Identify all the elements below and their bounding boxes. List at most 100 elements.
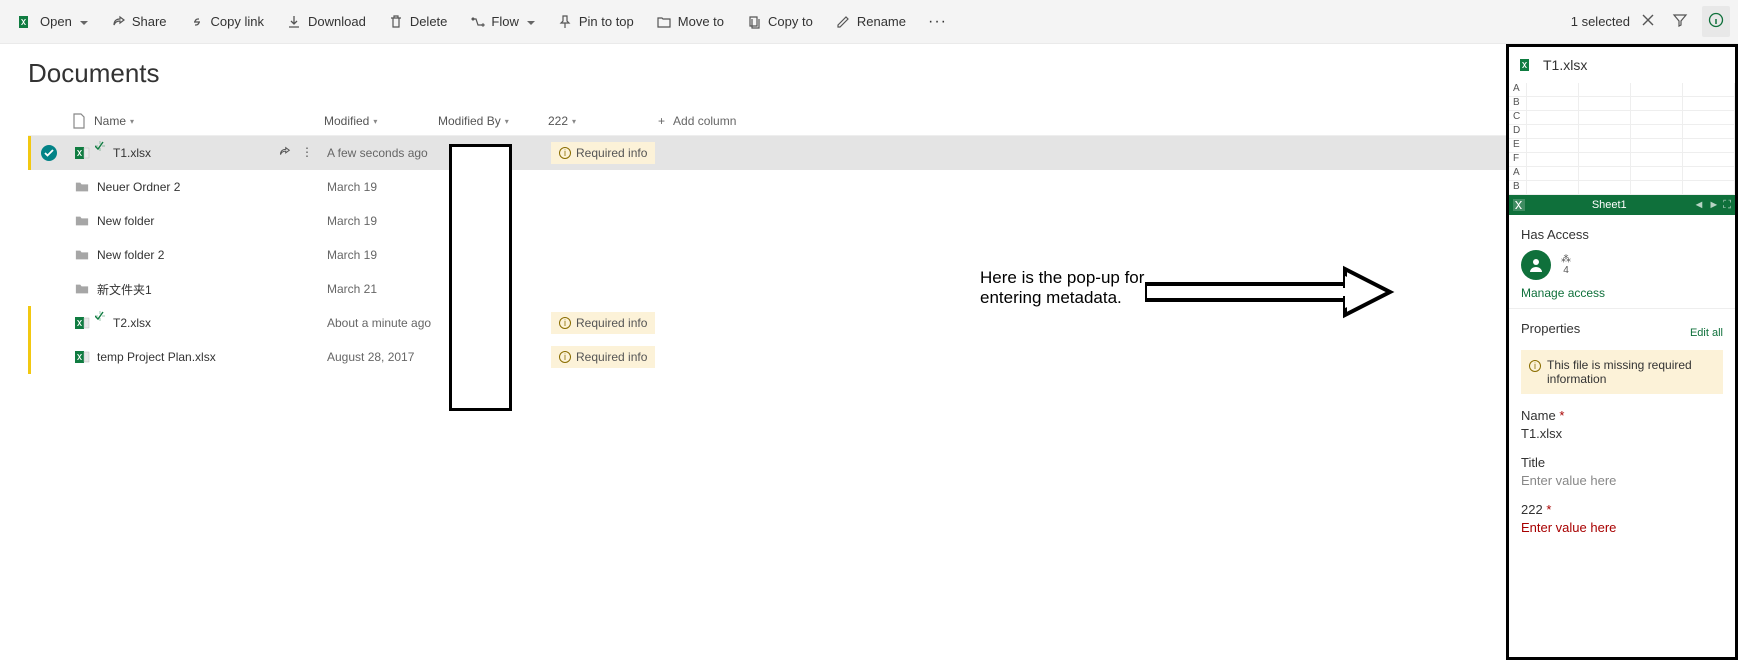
column-222-cell[interactable]: iRequired info (551, 312, 661, 334)
has-access-section: Has Access ⁂ 4 Manage access (1509, 215, 1735, 308)
item-name-cell[interactable]: temp Project Plan.xlsx (97, 350, 327, 364)
add-column-label: Add column (673, 114, 736, 128)
item-name-cell[interactable]: New folder 2 (97, 248, 327, 262)
copy-icon (746, 14, 762, 30)
list-item[interactable]: Neuer Ordner 2March 19 (28, 170, 1506, 204)
preview-row-label: D (1509, 125, 1527, 138)
column-header-modified-by[interactable]: Modified By▾ (438, 114, 548, 128)
flow-button[interactable]: Flow (459, 8, 544, 36)
info-pane-button[interactable] (1702, 6, 1730, 37)
delete-button[interactable]: Delete (378, 8, 458, 36)
sheet-nav: ◄ ► ⛶ (1690, 199, 1735, 212)
move-icon (656, 14, 672, 30)
properties-heading: Properties (1521, 321, 1580, 336)
folder-icon (67, 282, 97, 296)
copy-to-label: Copy to (768, 14, 813, 29)
column-header-222[interactable]: 222▾ (548, 114, 658, 128)
required-info-pill[interactable]: iRequired info (551, 312, 655, 334)
sheet-prev-icon[interactable]: ◄ (1694, 199, 1705, 212)
pin-button[interactable]: Pin to top (547, 8, 644, 36)
annotation-text: Here is the pop-up for entering metadata… (980, 268, 1144, 309)
required-info-label: Required info (576, 316, 647, 330)
item-name-text: temp Project Plan.xlsx (97, 350, 216, 364)
share-label: Share (132, 14, 167, 29)
required-info-label: Required info (576, 350, 647, 364)
edit-all-link[interactable]: Edit all (1690, 327, 1723, 339)
required-info-pill[interactable]: iRequired info (551, 142, 655, 164)
sheet-next-icon[interactable]: ► (1708, 199, 1719, 212)
list-item[interactable]: New folderMarch 19 (28, 204, 1506, 238)
list-item[interactable]: T1.xlsx⋮A few seconds agoiRequired info (28, 136, 1506, 170)
rename-button[interactable]: Rename (825, 8, 916, 36)
item-name-cell[interactable]: New folder (97, 214, 327, 228)
info-icon: i (559, 351, 571, 363)
preview-row-label: F (1509, 153, 1527, 166)
open-button[interactable]: Open (8, 8, 98, 36)
more-users-count[interactable]: ⁂ 4 (1561, 254, 1571, 276)
property-title-label: Title (1521, 455, 1723, 470)
group-icon: ⁂ (1561, 254, 1571, 265)
add-column-button[interactable]: + Add column (658, 114, 736, 128)
copy-to-button[interactable]: Copy to (736, 8, 823, 36)
property-name-field[interactable]: Name * T1.xlsx (1521, 408, 1723, 441)
column-header-modified[interactable]: Modified ▾ (324, 114, 438, 128)
details-panel: T1.xlsx ABCDEFAB Sheet1 ◄ ► ⛶ Has Access… (1506, 44, 1738, 660)
property-222-placeholder: Enter value here (1521, 520, 1723, 535)
item-name-text: T1.xlsx (113, 146, 151, 160)
item-name-cell[interactable]: T2.xlsx (97, 316, 327, 330)
property-name-label: Name (1521, 408, 1556, 423)
modified-cell: About a minute ago (327, 316, 441, 330)
share-button[interactable]: Share (100, 8, 177, 36)
manage-access-link[interactable]: Manage access (1521, 286, 1723, 300)
row-select-checkbox[interactable] (31, 145, 67, 161)
chevron-down-icon: ▾ (373, 117, 377, 126)
sheet-expand-icon[interactable]: ⛶ (1723, 199, 1731, 212)
missing-info-text: This file is missing required informatio… (1547, 358, 1715, 386)
list-item[interactable]: temp Project Plan.xlsxAugust 28, 2017iRe… (28, 340, 1506, 374)
property-title-field[interactable]: Title Enter value here (1521, 455, 1723, 488)
copy-link-button[interactable]: Copy link (179, 8, 274, 36)
item-name-cell[interactable]: 新文件夹1 (97, 281, 327, 298)
required-info-pill[interactable]: i Required info (551, 346, 655, 368)
page-title: Documents (28, 58, 1506, 89)
preview-row: C (1509, 111, 1735, 125)
flow-icon (469, 14, 485, 30)
column-header-modified-label: Modified (324, 114, 369, 128)
modified-cell: March 21 (327, 282, 441, 296)
rename-icon (835, 14, 851, 30)
annotation-redaction-box (449, 144, 512, 411)
command-bar-left: Open Share Copy link Download Delete Flo… (8, 7, 1571, 37)
more-users-number: 4 (1561, 265, 1571, 276)
preview-row-label: B (1509, 97, 1527, 110)
item-name-cell[interactable]: Neuer Ordner 2 (97, 180, 327, 194)
clear-selection-button[interactable] (1638, 10, 1658, 33)
flow-label: Flow (491, 14, 518, 29)
preview-row: D (1509, 125, 1735, 139)
download-button[interactable]: Download (276, 8, 376, 36)
chevron-down-icon: ▾ (572, 117, 576, 126)
command-bar: Open Share Copy link Download Delete Flo… (0, 0, 1738, 44)
move-to-button[interactable]: Move to (646, 8, 734, 36)
required-star-icon: * (1559, 408, 1564, 423)
owner-avatar[interactable] (1521, 250, 1551, 280)
more-actions-button[interactable]: ··· (918, 7, 957, 37)
column-222-cell[interactable]: iRequired info (551, 142, 661, 164)
more-icon[interactable]: ⋮ (301, 145, 313, 162)
pin-icon (557, 14, 573, 30)
required-star-icon: * (1546, 502, 1551, 517)
column-header-name[interactable]: Name▾ (94, 114, 324, 128)
sheet-tab-name[interactable]: Sheet1 (1529, 199, 1690, 211)
excel-file-icon (1519, 57, 1535, 73)
property-222-field[interactable]: 222 * Enter value here (1521, 502, 1723, 535)
file-preview-thumbnail[interactable]: ABCDEFAB (1509, 83, 1735, 195)
document-library: Documents Name▾ Modified ▾ Modified By▾ 2… (0, 44, 1506, 660)
plus-icon: + (658, 114, 665, 128)
filter-button[interactable] (1666, 6, 1694, 37)
excel-app-icon (18, 14, 34, 30)
share-icon[interactable] (277, 145, 291, 162)
chevron-down-icon (527, 14, 535, 29)
pin-label: Pin to top (579, 14, 634, 29)
column-222-cell[interactable]: i Required info (551, 346, 661, 368)
item-name-cell[interactable]: T1.xlsx ⋮ (97, 145, 327, 162)
column-header-type[interactable] (64, 113, 94, 129)
